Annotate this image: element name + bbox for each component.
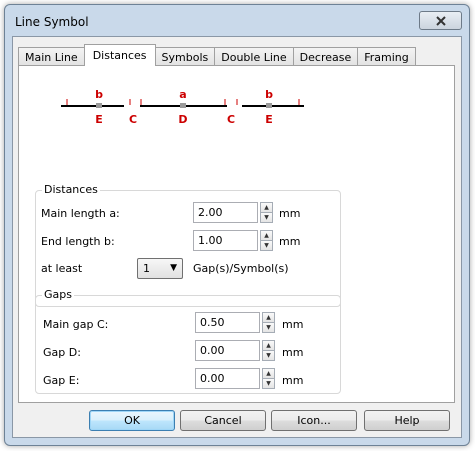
at-least-label: at least bbox=[41, 262, 83, 275]
line-diagram: b a b E C D C E bbox=[61, 88, 304, 126]
gap-d-input[interactable] bbox=[195, 340, 260, 361]
title-bar: Line Symbol bbox=[5, 5, 469, 37]
label-a: a bbox=[179, 88, 186, 101]
gap-e-down-button[interactable]: ▼ bbox=[262, 378, 275, 389]
gaps-group: Gaps Main gap C: ▲▼ mm Gap D: ▲▼ mm Gap … bbox=[35, 288, 341, 394]
end-length-down-button[interactable]: ▼ bbox=[260, 240, 273, 251]
label-c-right: C bbox=[227, 113, 235, 126]
end-length-input[interactable] bbox=[193, 230, 258, 251]
tab-framing[interactable]: Framing bbox=[357, 47, 416, 66]
main-length-unit: mm bbox=[279, 207, 301, 220]
end-length-stepper: ▲▼ bbox=[193, 230, 273, 251]
gap-e-input[interactable] bbox=[195, 368, 260, 389]
line-symbol-dialog: Line Symbol Main Line Distances Symbols … bbox=[4, 4, 470, 446]
at-least-select[interactable]: 1 ▼ bbox=[137, 258, 183, 279]
main-length-down-button[interactable]: ▼ bbox=[260, 212, 273, 223]
ok-button[interactable]: OK bbox=[89, 410, 175, 431]
main-gap-stepper: ▲▼ bbox=[195, 312, 275, 333]
tab-decrease[interactable]: Decrease bbox=[292, 47, 359, 66]
tab-distances[interactable]: Distances bbox=[83, 44, 156, 66]
dialog-client: Main Line Distances Symbols Double Line … bbox=[12, 36, 462, 438]
cancel-button[interactable]: Cancel bbox=[180, 410, 266, 431]
end-length-label: End length b: bbox=[41, 235, 115, 248]
distances-group: Distances Main length a: ▲▼ mm End lengt… bbox=[35, 183, 341, 307]
label-c-left: C bbox=[129, 113, 137, 126]
main-gap-input[interactable] bbox=[195, 312, 260, 333]
distances-group-title: Distances bbox=[42, 183, 100, 196]
main-gap-unit: mm bbox=[282, 318, 304, 331]
label-e-left: E bbox=[95, 113, 103, 126]
tab-double-line[interactable]: Double Line bbox=[214, 47, 294, 66]
main-length-stepper: ▲▼ bbox=[193, 202, 273, 223]
close-button[interactable] bbox=[419, 11, 462, 30]
end-length-unit: mm bbox=[279, 235, 301, 248]
gap-e-unit: mm bbox=[282, 374, 304, 387]
help-button[interactable]: Help bbox=[364, 410, 450, 431]
tab-strip: Main Line Distances Symbols Double Line … bbox=[18, 44, 416, 66]
chevron-down-icon: ▼ bbox=[170, 263, 177, 273]
dialog-title: Line Symbol bbox=[15, 15, 89, 29]
gaps-symbols-label: Gap(s)/Symbol(s) bbox=[193, 262, 289, 275]
gap-d-unit: mm bbox=[282, 346, 304, 359]
gap-d-down-button[interactable]: ▼ bbox=[262, 350, 275, 361]
gap-d-label: Gap D: bbox=[43, 346, 81, 359]
gap-e-label: Gap E: bbox=[43, 374, 80, 387]
label-b-left: b bbox=[95, 88, 103, 101]
main-gap-down-button[interactable]: ▼ bbox=[262, 322, 275, 333]
main-length-label: Main length a: bbox=[41, 207, 120, 220]
main-length-input[interactable] bbox=[193, 202, 258, 223]
distances-panel: b a b E C D C E Distances Main length a:… bbox=[18, 65, 455, 403]
tab-symbols[interactable]: Symbols bbox=[154, 47, 216, 66]
at-least-value: 1 bbox=[143, 262, 150, 275]
gaps-group-title: Gaps bbox=[42, 288, 74, 301]
label-d: D bbox=[178, 113, 187, 126]
main-gap-label: Main gap C: bbox=[43, 318, 109, 331]
label-e-right: E bbox=[265, 113, 273, 126]
tab-main-line[interactable]: Main Line bbox=[18, 47, 85, 66]
gap-e-stepper: ▲▼ bbox=[195, 368, 275, 389]
close-icon bbox=[435, 15, 446, 26]
gap-d-stepper: ▲▼ bbox=[195, 340, 275, 361]
label-b-right: b bbox=[265, 88, 273, 101]
icon-button[interactable]: Icon... bbox=[271, 410, 357, 431]
